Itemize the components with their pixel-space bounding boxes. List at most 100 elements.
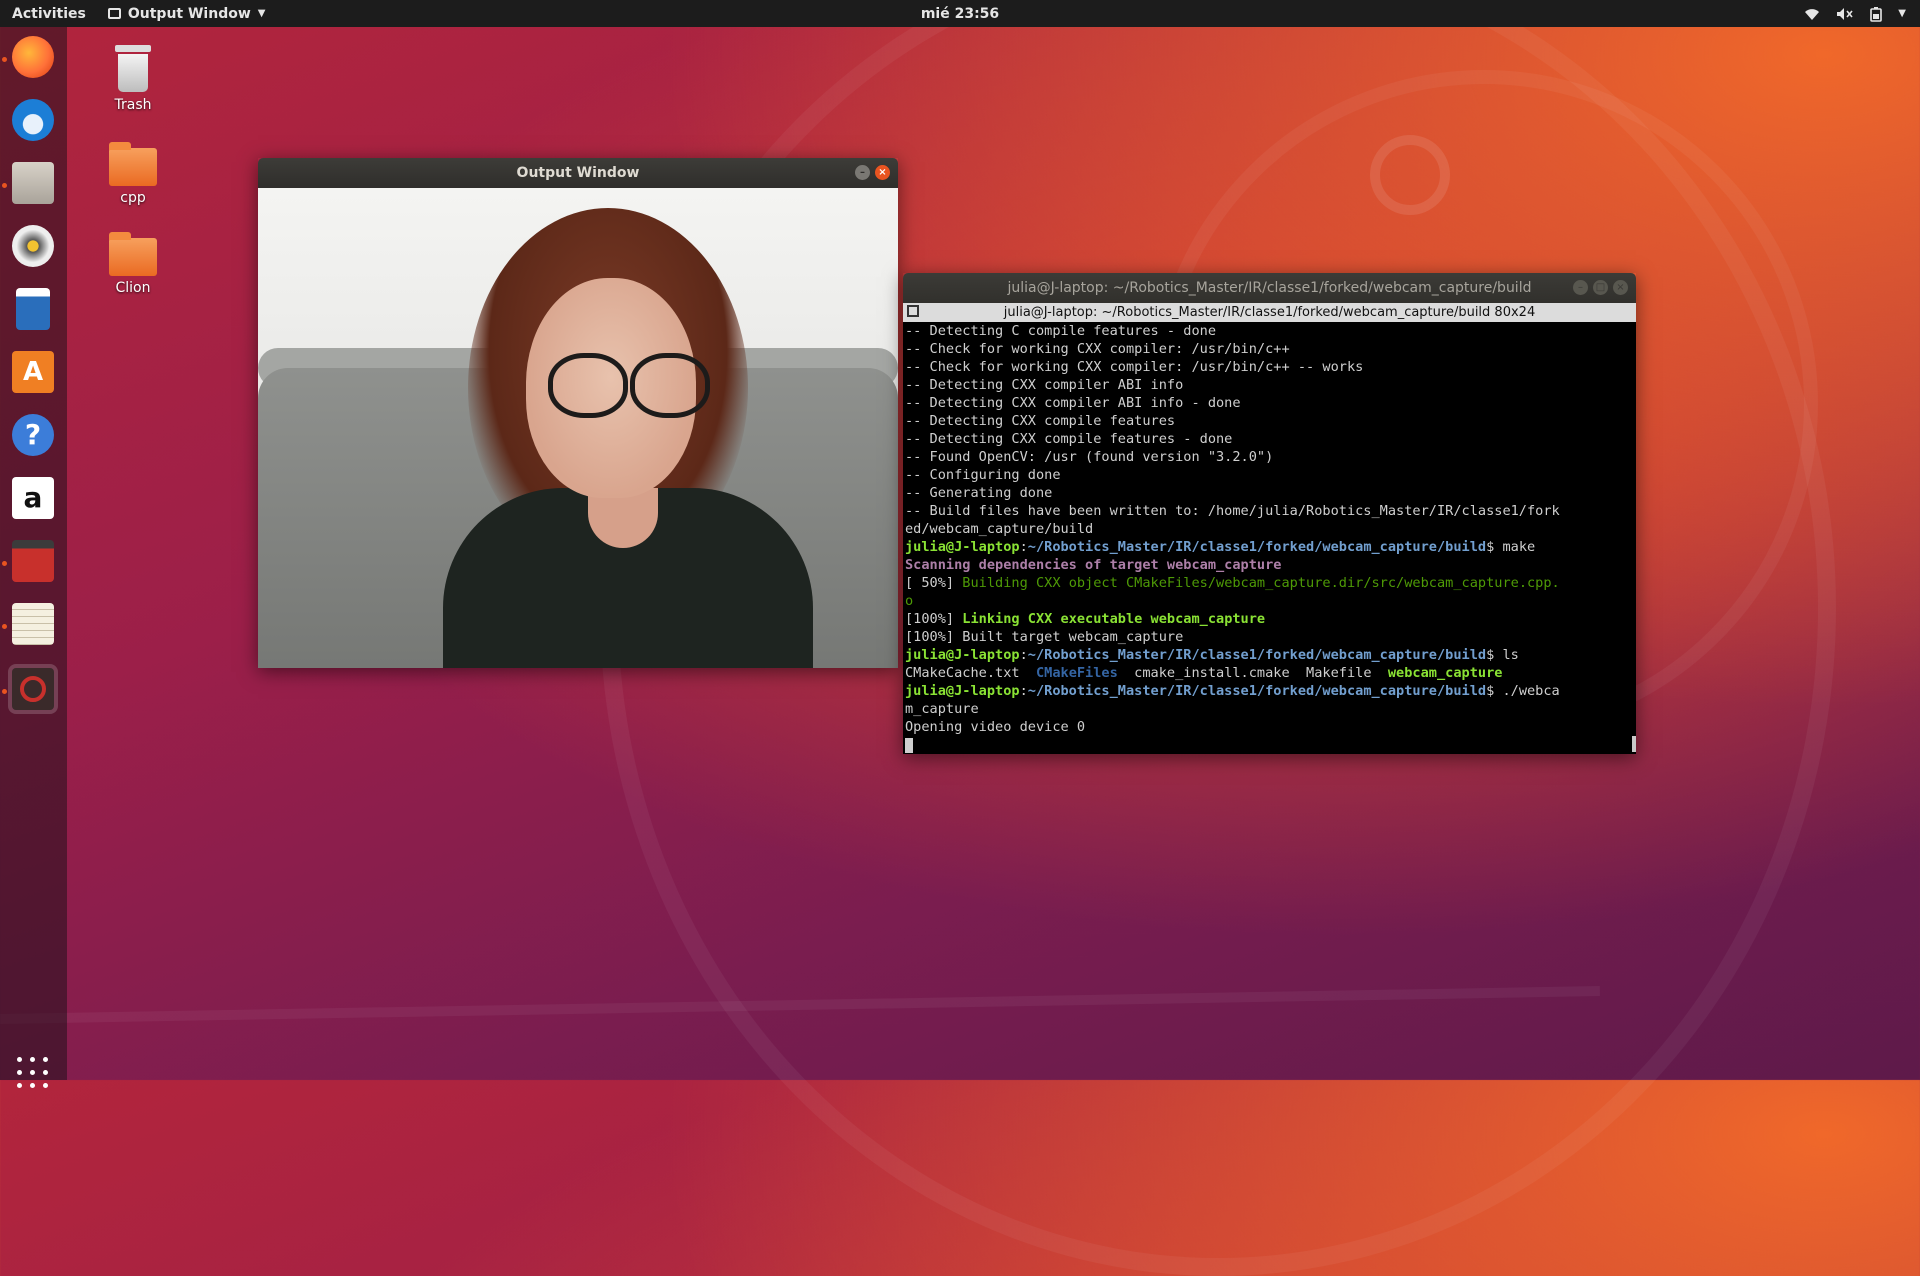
terminal-text: :	[1019, 539, 1028, 555]
dock-item-amazon[interactable]: a	[8, 473, 58, 523]
running-indicator	[2, 689, 7, 694]
files-icon	[12, 162, 54, 204]
terminal-titlebar[interactable]: julia@J-laptop: ~/Robotics_Master/IR/cla…	[903, 273, 1636, 303]
terminal-line: -- Found OpenCV: /usr (found version "3.…	[905, 448, 1634, 466]
webcam-frame	[258, 188, 898, 668]
terminal-text: webcam_capture	[1387, 665, 1503, 681]
terminal-text: -- Detecting CXX compiler ABI info - don…	[905, 395, 1241, 411]
dock: A ? a	[0, 27, 67, 1088]
tab-menu-icon[interactable]	[907, 305, 919, 317]
desktop-icon-trash[interactable]: Trash	[88, 45, 178, 113]
dock-item-text-editor[interactable]	[8, 599, 58, 649]
terminal-text: ~/Robotics_Master/IR/classe1/forked/webc…	[1027, 539, 1487, 555]
terminal-icon	[12, 540, 54, 582]
dock-item-ubuntu-software[interactable]: A	[8, 347, 58, 397]
terminal-text: julia@J-laptop	[905, 647, 1020, 663]
terminal-text: $ ls	[1486, 647, 1519, 663]
output-window[interactable]: Output Window – ×	[258, 158, 898, 668]
activities-button[interactable]: Activities	[12, 6, 86, 22]
terminal-line: o	[905, 592, 1634, 610]
close-icon[interactable]: ×	[1613, 280, 1628, 295]
terminal-line: julia@J-laptop:~/Robotics_Master/IR/clas…	[905, 682, 1634, 700]
terminal-line: -- Build files have been written to: /ho…	[905, 502, 1634, 520]
terminal-line: -- Detecting CXX compile features	[905, 412, 1634, 430]
terminal-text: ed/webcam_capture/build	[905, 521, 1094, 537]
terminal-text: m_capture	[905, 701, 979, 717]
minimize-icon[interactable]: –	[855, 165, 870, 180]
dock-item-help[interactable]: ?	[8, 410, 58, 460]
terminal-line: [ 50%] Building CXX object CMakeFiles/we…	[905, 574, 1634, 592]
folder-icon	[109, 142, 157, 186]
dock-item-output-window[interactable]	[8, 664, 58, 714]
dock-item-files[interactable]	[8, 158, 58, 208]
terminal-text: [100%]	[905, 611, 963, 627]
terminal-text: -- Check for working CXX compiler: /usr/…	[905, 341, 1290, 357]
terminal-line: [100%] Linking CXX executable webcam_cap…	[905, 610, 1634, 628]
close-icon[interactable]: ×	[875, 165, 890, 180]
terminal-text: -- Detecting CXX compile features	[905, 413, 1176, 429]
terminal-text: -- Detecting CXX compile features - done	[905, 431, 1233, 447]
terminal-tab-bar: julia@J-laptop: ~/Robotics_Master/IR/cla…	[903, 303, 1636, 322]
writer-icon	[16, 288, 50, 330]
terminal-title: julia@J-laptop: ~/Robotics_Master/IR/cla…	[1007, 280, 1532, 296]
terminal-text: Building CXX object CMakeFiles/webcam_ca…	[962, 575, 1560, 591]
terminal-window[interactable]: julia@J-laptop: ~/Robotics_Master/IR/cla…	[903, 273, 1636, 754]
desktop-icon-cpp[interactable]: cpp	[88, 142, 178, 206]
dock-item-writer[interactable]	[8, 284, 58, 334]
volume-muted-icon	[1837, 7, 1853, 20]
software-icon: A	[12, 351, 54, 393]
terminal-text: CMakeCache.txt	[905, 665, 1036, 681]
terminal-line: -- Detecting C compile features - done	[905, 322, 1634, 340]
system-tray[interactable]: ▼	[1804, 6, 1906, 22]
wallpaper-circle	[1370, 135, 1450, 215]
terminal-text: $ ./webca	[1486, 683, 1560, 699]
terminal-text: -- Configuring done	[905, 467, 1061, 483]
amazon-icon: a	[12, 477, 54, 519]
dock-item-firefox[interactable]	[8, 32, 58, 82]
terminal-text: -- Generating done	[905, 485, 1053, 501]
terminal-text: julia@J-laptop	[905, 683, 1020, 699]
minimize-icon[interactable]: –	[1573, 280, 1588, 295]
terminal-output[interactable]: -- Detecting C compile features - done --…	[903, 322, 1636, 754]
terminal-text: $ make	[1486, 539, 1536, 555]
rhythmbox-icon	[12, 225, 54, 267]
dock-item-terminal[interactable]	[8, 536, 58, 586]
terminal-text: o	[905, 593, 914, 609]
wallpaper-line	[0, 986, 1600, 1024]
app-grid-icon[interactable]	[17, 1057, 50, 1090]
running-indicator	[2, 624, 7, 629]
terminal-text: Linking CXX executable webcam_capture	[962, 611, 1266, 627]
terminal-text: -- Detecting CXX compiler ABI info	[905, 377, 1184, 393]
top-bar: Activities Output Window ▼ mié 23:56 ▼	[0, 0, 1920, 27]
terminal-line: -- Check for working CXX compiler: /usr/…	[905, 358, 1634, 376]
terminal-line: julia@J-laptop:~/Robotics_Master/IR/clas…	[905, 538, 1634, 556]
dock-item-rhythmbox[interactable]	[8, 221, 58, 271]
terminal-text: CMakeFiles	[1035, 665, 1118, 681]
clock[interactable]: mié 23:56	[921, 6, 999, 22]
running-indicator	[2, 561, 7, 566]
text-editor-icon	[12, 603, 54, 645]
battery-icon	[1870, 6, 1883, 22]
terminal-text: :	[1019, 647, 1028, 663]
window-titlebar[interactable]: Output Window – ×	[258, 158, 898, 188]
terminal-line: -- Detecting CXX compiler ABI info - don…	[905, 394, 1634, 412]
maximize-icon[interactable]: □	[1593, 280, 1608, 295]
terminal-line: -- Detecting CXX compiler ABI info	[905, 376, 1634, 394]
terminal-scrollbar[interactable]	[1632, 736, 1636, 752]
terminal-subtitle: julia@J-laptop: ~/Robotics_Master/IR/cla…	[1003, 305, 1536, 320]
window-icon	[107, 8, 121, 19]
app-menu-label: Output Window	[127, 5, 251, 22]
terminal-text: [100%] Built target webcam_capture	[905, 629, 1184, 645]
terminal-text: Scanning dependencies of target webcam_c…	[905, 557, 1282, 573]
dock-item-thunderbird[interactable]	[8, 95, 58, 145]
terminal-text: Opening video device 0	[905, 719, 1086, 735]
window-title: Output Window	[516, 165, 640, 181]
terminal-line: [100%] Built target webcam_capture	[905, 628, 1634, 646]
terminal-line: -- Detecting CXX compile features - done	[905, 430, 1634, 448]
chevron-down-icon: ▼	[257, 8, 266, 19]
app-menu[interactable]: Output Window ▼	[107, 5, 266, 22]
running-indicator	[2, 57, 7, 62]
terminal-text: ~/Robotics_Master/IR/classe1/forked/webc…	[1027, 647, 1487, 663]
terminal-line: julia@J-laptop:~/Robotics_Master/IR/clas…	[905, 646, 1634, 664]
desktop-icon-clion[interactable]: Clion	[88, 232, 178, 296]
